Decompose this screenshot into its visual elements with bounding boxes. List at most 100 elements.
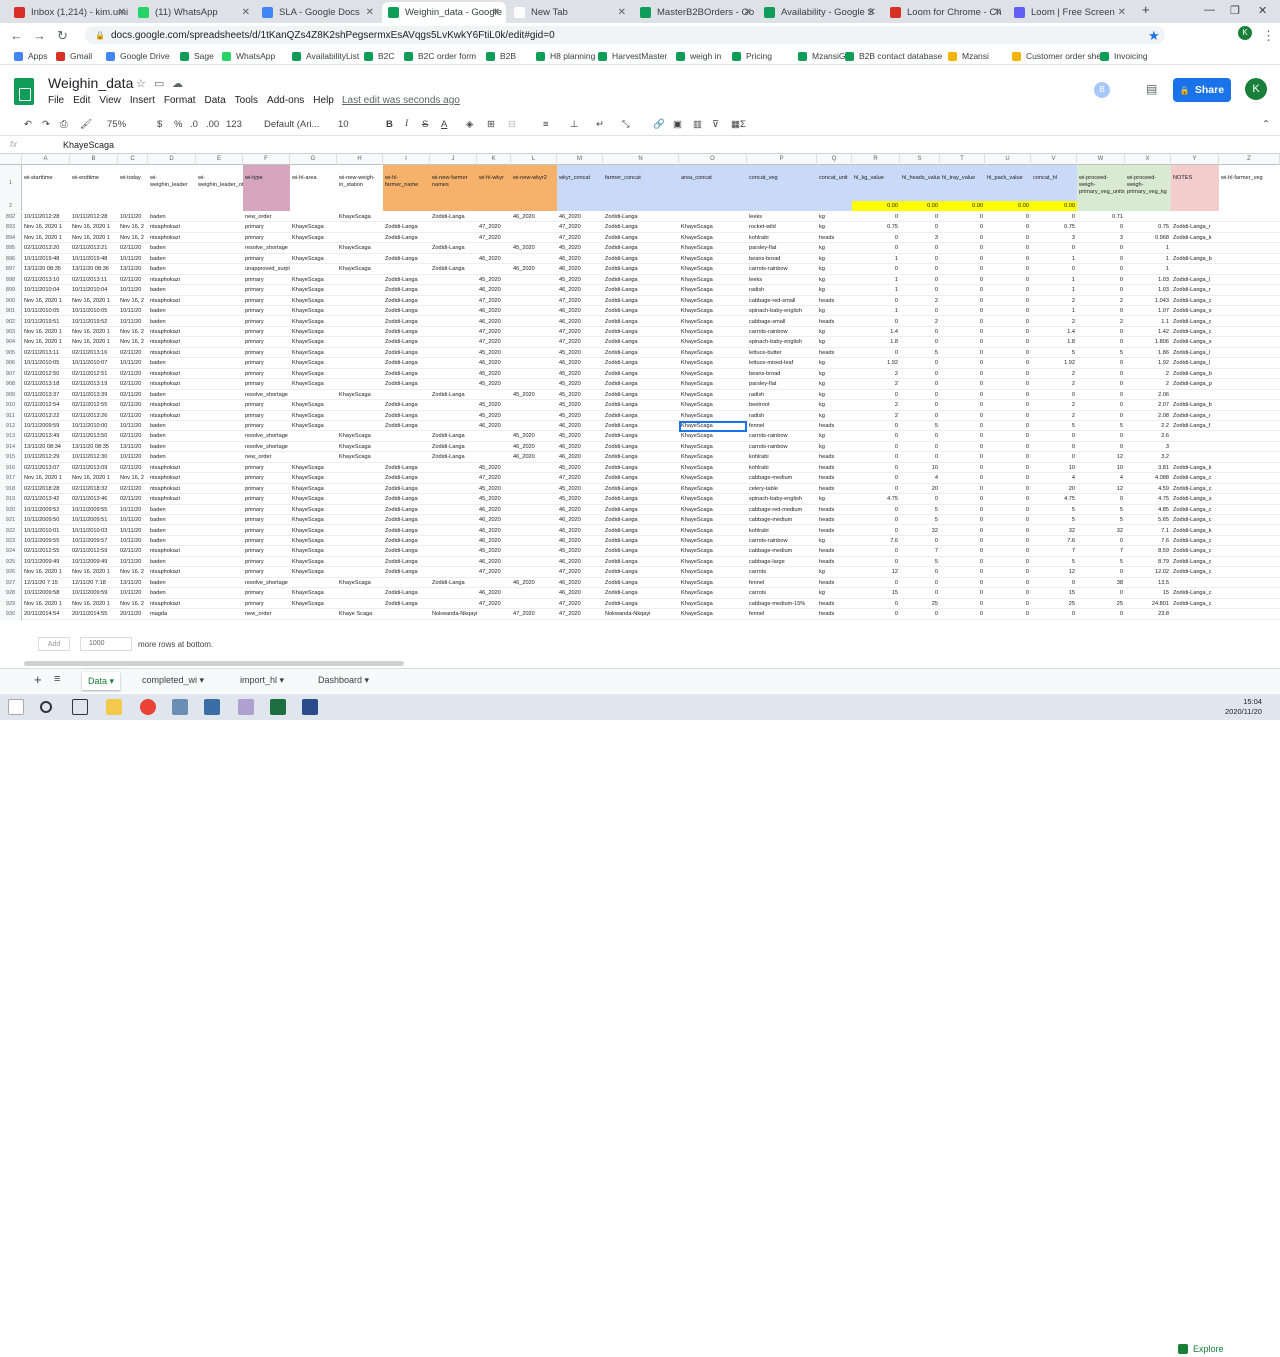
grid-cell[interactable]: 0 (940, 400, 985, 410)
grid-cell[interactable]: 0 (940, 567, 985, 577)
grid-cell[interactable]: lettuce-mixed-leaf (747, 358, 817, 368)
grid-cell[interactable]: 10/11/20 (118, 254, 148, 264)
menu-help[interactable]: Help (313, 95, 334, 106)
excel-icon[interactable] (270, 699, 286, 715)
grid-cell[interactable]: 20/11/2014:54 (22, 609, 70, 619)
grid-cell[interactable]: 0 (1077, 379, 1125, 389)
grid-cell[interactable]: Zodidi-Langa_r (1171, 411, 1219, 421)
row-number[interactable]: 897 (0, 264, 22, 275)
row-number[interactable]: 904 (0, 337, 22, 348)
grid-cell[interactable] (430, 285, 477, 295)
grid-cell[interactable]: 0 (900, 254, 940, 264)
grid-cell[interactable]: heads (817, 515, 852, 525)
grid-cell[interactable]: Nov 16, 2020 1 (70, 233, 118, 243)
grid-cell[interactable]: 2.06 (1125, 390, 1171, 400)
grid-cell[interactable]: beetroot (747, 400, 817, 410)
grid-cell[interactable]: wi-proceed-weigh-primary_veg_kg (1125, 165, 1171, 201)
grid-cell[interactable]: 1 (852, 306, 900, 316)
grid-cell[interactable] (383, 431, 430, 441)
grid-cell[interactable]: 0 (852, 473, 900, 483)
grid-cell[interactable]: Nov 16, 2020 1 (70, 567, 118, 577)
grid-cell[interactable] (337, 421, 383, 431)
grid-cell[interactable]: 0 (985, 494, 1031, 504)
grid-cell[interactable]: 2 (1077, 296, 1125, 306)
grid-cell[interactable]: Zodidi-Langa_r (1171, 222, 1219, 232)
grid-cell[interactable]: KhayeScaga (290, 546, 337, 556)
grid-cell[interactable]: resolve_shortage (243, 390, 290, 400)
grid-cell[interactable] (383, 390, 430, 400)
column-header[interactable]: D (148, 154, 196, 165)
grid-cell[interactable]: 0 (985, 369, 1031, 379)
grid-cell[interactable]: heads (817, 348, 852, 358)
grid-cell[interactable]: 0 (940, 526, 985, 536)
grid-cell[interactable]: KhayeScaga (337, 243, 383, 253)
grid-cell[interactable]: 4.088 (1125, 473, 1171, 483)
grid-cell[interactable] (511, 275, 557, 285)
grid-cell[interactable] (511, 411, 557, 421)
select-all-corner[interactable] (0, 154, 22, 165)
grid-cell[interactable]: primary (243, 222, 290, 232)
grid-cell[interactable]: baden (148, 452, 196, 462)
row-number[interactable]: 901 (0, 306, 22, 317)
grid-cell[interactable]: primary (243, 306, 290, 316)
grid-cell[interactable] (383, 609, 430, 619)
grid-cell[interactable]: 0 (852, 431, 900, 441)
grid-cell[interactable]: ntsaphokazi (148, 494, 196, 504)
grid-cell[interactable]: primary (243, 463, 290, 473)
row-number[interactable]: 921 (0, 515, 22, 526)
grid-cell[interactable]: 02/11/2012:51 (70, 369, 118, 379)
grid-cell[interactable]: 46_2020 (557, 578, 603, 588)
grid-cell[interactable]: 10/11/2010:05 (22, 306, 70, 316)
grid-cell[interactable]: 10/11/2012:29 (22, 452, 70, 462)
grid-cell[interactable]: KhayeScaga (290, 484, 337, 494)
grid-cell[interactable]: KhayeScaga (290, 400, 337, 410)
grid-cell[interactable]: 45_2020 (557, 379, 603, 389)
grid-cell[interactable]: Zodidi-Langa (603, 473, 679, 483)
filter-views-icon[interactable]: ▦ (731, 119, 740, 130)
grid-cell[interactable]: Zodidi-Langa (430, 578, 477, 588)
grid-cell[interactable]: heads (817, 546, 852, 556)
grid-cell[interactable]: 1 (1125, 264, 1171, 274)
column-header[interactable]: B (70, 154, 118, 165)
grid-cell[interactable]: 1 (1031, 306, 1077, 316)
grid-cell[interactable]: Zodidi-Langa (603, 264, 679, 274)
grid-cell[interactable]: primary (243, 379, 290, 389)
grid-cell[interactable]: Zodidi-Langa (383, 296, 430, 306)
currency-button[interactable]: $ (157, 119, 162, 130)
grid-cell[interactable]: 0 (900, 442, 940, 452)
grid-cell[interactable]: 10/11/20 (118, 515, 148, 525)
grid-cell[interactable]: 1.92 (852, 358, 900, 368)
grid-cell[interactable]: KhayeScaga (679, 452, 747, 462)
grid-cell[interactable]: Zodidi-Langa (603, 526, 679, 536)
bookmark-item[interactable]: HarvestMaster (598, 51, 667, 61)
grid-cell[interactable]: kg (817, 243, 852, 253)
grid-cell[interactable]: baden (148, 536, 196, 546)
grid-cell[interactable]: Zodidi-Langa (603, 306, 679, 316)
grid-cell[interactable]: heads (817, 578, 852, 588)
grid-cell[interactable]: 0 (900, 306, 940, 316)
grid-cell[interactable]: 0 (1077, 327, 1125, 337)
profile-avatar[interactable]: K (1238, 26, 1252, 40)
column-header[interactable]: Z (1219, 154, 1280, 165)
grid-cell[interactable] (337, 233, 383, 243)
grid-cell[interactable]: 10/11/2019:48 (22, 254, 70, 264)
grid-cell[interactable] (196, 411, 243, 421)
grid-cell[interactable]: Zodidi-Langa (603, 222, 679, 232)
grid-cell[interactable]: 0 (985, 567, 1031, 577)
grid-cell[interactable] (337, 494, 383, 504)
grid-cell[interactable]: KhayeScaga (290, 296, 337, 306)
grid-cell[interactable]: 13/11/20 08:35 (22, 264, 70, 274)
tab-close-icon[interactable]: ✕ (366, 7, 374, 18)
grid-cell[interactable]: 45_2020 (557, 411, 603, 421)
bookmark-item[interactable]: B2B (486, 51, 516, 61)
grid-cell[interactable]: KhayeScaga (290, 233, 337, 243)
grid-cell[interactable]: 47_2020 (557, 296, 603, 306)
column-header[interactable]: S (900, 154, 940, 165)
grid-cell[interactable]: 15 (1031, 588, 1077, 598)
grid-cell[interactable]: 0 (1077, 411, 1125, 421)
grid-cell[interactable]: 0 (852, 463, 900, 473)
column-header[interactable]: X (1125, 154, 1171, 165)
grid-cell[interactable]: 0 (900, 494, 940, 504)
grid-cell[interactable]: 25 (900, 599, 940, 609)
grid-cell[interactable]: 02/11/2012:59 (70, 546, 118, 556)
